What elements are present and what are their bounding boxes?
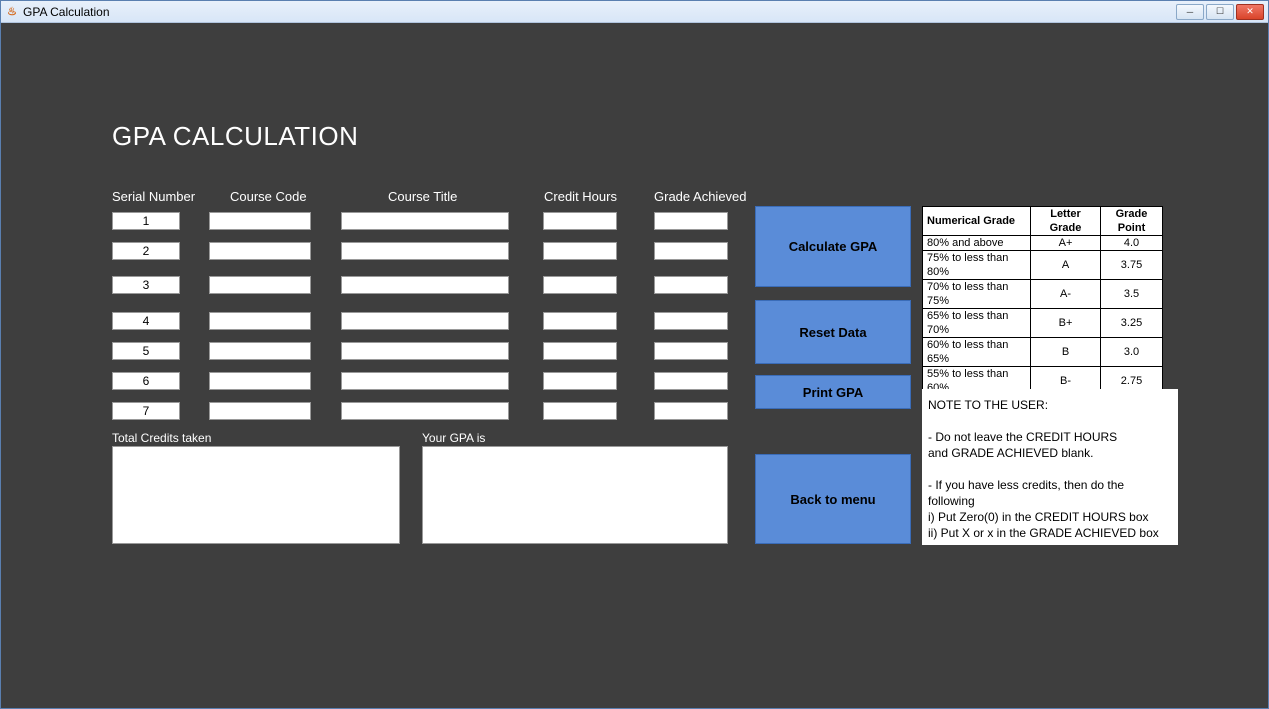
credit-hours-input[interactable]: [543, 212, 617, 230]
grade-achieved-input[interactable]: [654, 212, 728, 230]
serial-number-cell: 2: [112, 242, 180, 260]
serial-number-cell: 3: [112, 276, 180, 294]
calculate-gpa-button[interactable]: Calculate GPA: [755, 206, 911, 287]
credit-hours-input[interactable]: [543, 372, 617, 390]
course-code-input[interactable]: [209, 312, 311, 330]
grade-achieved-input[interactable]: [654, 372, 728, 390]
table-row: 80% and aboveA+4.0: [923, 236, 1163, 251]
total-credits-output[interactable]: [112, 446, 400, 544]
grade-achieved-input[interactable]: [654, 402, 728, 420]
credit-hours-input[interactable]: [543, 402, 617, 420]
cell-numerical: 70% to less than 75%: [923, 280, 1031, 309]
total-credits-label: Total Credits taken: [112, 431, 211, 445]
cell-letter: B: [1031, 338, 1101, 367]
close-button[interactable]: ✕: [1236, 4, 1264, 20]
cell-letter: A-: [1031, 280, 1101, 309]
course-code-input[interactable]: [209, 372, 311, 390]
note-line: and GRADE ACHIEVED blank.: [928, 445, 1172, 461]
table-header-numerical: Numerical Grade: [923, 207, 1031, 236]
minimize-button[interactable]: ─: [1176, 4, 1204, 20]
table-row: 70% to less than 75%A-3.5: [923, 280, 1163, 309]
print-gpa-button[interactable]: Print GPA: [755, 375, 911, 409]
course-code-input[interactable]: [209, 402, 311, 420]
course-title-input[interactable]: [341, 312, 509, 330]
serial-number-cell: 5: [112, 342, 180, 360]
course-title-input[interactable]: [341, 242, 509, 260]
course-code-input[interactable]: [209, 212, 311, 230]
page-title: GPA CALCULATION: [112, 121, 358, 152]
serial-number-cell: 1: [112, 212, 180, 230]
cell-point: 3.0: [1101, 338, 1163, 367]
serial-number-cell: 7: [112, 402, 180, 420]
table-row: 60% to less than 65%B3.0: [923, 338, 1163, 367]
cell-point: 3.25: [1101, 309, 1163, 338]
cell-point: 3.75: [1101, 251, 1163, 280]
course-code-input[interactable]: [209, 242, 311, 260]
table-header-letter: Letter Grade: [1031, 207, 1101, 236]
table-row: 75% to less than 80%A3.75: [923, 251, 1163, 280]
header-grade: Grade Achieved: [654, 189, 747, 204]
cell-numerical: 65% to less than 70%: [923, 309, 1031, 338]
grade-achieved-input[interactable]: [654, 312, 728, 330]
course-title-input[interactable]: [341, 212, 509, 230]
cell-numerical: 75% to less than 80%: [923, 251, 1031, 280]
serial-number-cell: 6: [112, 372, 180, 390]
credit-hours-input[interactable]: [543, 242, 617, 260]
header-credit: Credit Hours: [544, 189, 617, 204]
course-title-input[interactable]: [341, 402, 509, 420]
titlebar: ♨ GPA Calculation ─ ☐ ✕: [1, 1, 1268, 23]
note-title: NOTE TO THE USER:: [928, 397, 1172, 413]
cell-numerical: 80% and above: [923, 236, 1031, 251]
credit-hours-input[interactable]: [543, 276, 617, 294]
maximize-button[interactable]: ☐: [1206, 4, 1234, 20]
java-icon: ♨: [5, 5, 19, 19]
note-box: NOTE TO THE USER: - Do not leave the CRE…: [922, 389, 1178, 545]
cell-numerical: 60% to less than 65%: [923, 338, 1031, 367]
grade-achieved-input[interactable]: [654, 276, 728, 294]
cell-letter: A+: [1031, 236, 1101, 251]
course-title-input[interactable]: [341, 372, 509, 390]
your-gpa-label: Your GPA is: [422, 431, 485, 445]
back-to-menu-button[interactable]: Back to menu: [755, 454, 911, 544]
cell-letter: B+: [1031, 309, 1101, 338]
table-row: 65% to less than 70%B+3.25: [923, 309, 1163, 338]
content-panel: GPA CALCULATION Serial Number Course Cod…: [1, 23, 1268, 708]
credit-hours-input[interactable]: [543, 342, 617, 360]
note-line: - If you have less credits, then do the …: [928, 477, 1172, 509]
grade-achieved-input[interactable]: [654, 342, 728, 360]
reset-data-button[interactable]: Reset Data: [755, 300, 911, 364]
cell-letter: A: [1031, 251, 1101, 280]
header-code: Course Code: [230, 189, 307, 204]
course-title-input[interactable]: [341, 276, 509, 294]
note-line: i) Put Zero(0) in the CREDIT HOURS box: [928, 509, 1172, 525]
grade-achieved-input[interactable]: [654, 242, 728, 260]
window-frame: ♨ GPA Calculation ─ ☐ ✕ GPA CALCULATION …: [0, 0, 1269, 709]
window-title: GPA Calculation: [23, 5, 110, 19]
note-line: - Do not leave the CREDIT HOURS: [928, 429, 1172, 445]
serial-number-cell: 4: [112, 312, 180, 330]
cell-point: 4.0: [1101, 236, 1163, 251]
cell-point: 3.5: [1101, 280, 1163, 309]
header-serial: Serial Number: [112, 189, 195, 204]
credit-hours-input[interactable]: [543, 312, 617, 330]
header-title: Course Title: [388, 189, 457, 204]
course-code-input[interactable]: [209, 342, 311, 360]
note-line: ii) Put X or x in the GRADE ACHIEVED box: [928, 525, 1172, 541]
course-code-input[interactable]: [209, 276, 311, 294]
your-gpa-output[interactable]: [422, 446, 728, 544]
course-title-input[interactable]: [341, 342, 509, 360]
table-header-point: Grade Point: [1101, 207, 1163, 236]
